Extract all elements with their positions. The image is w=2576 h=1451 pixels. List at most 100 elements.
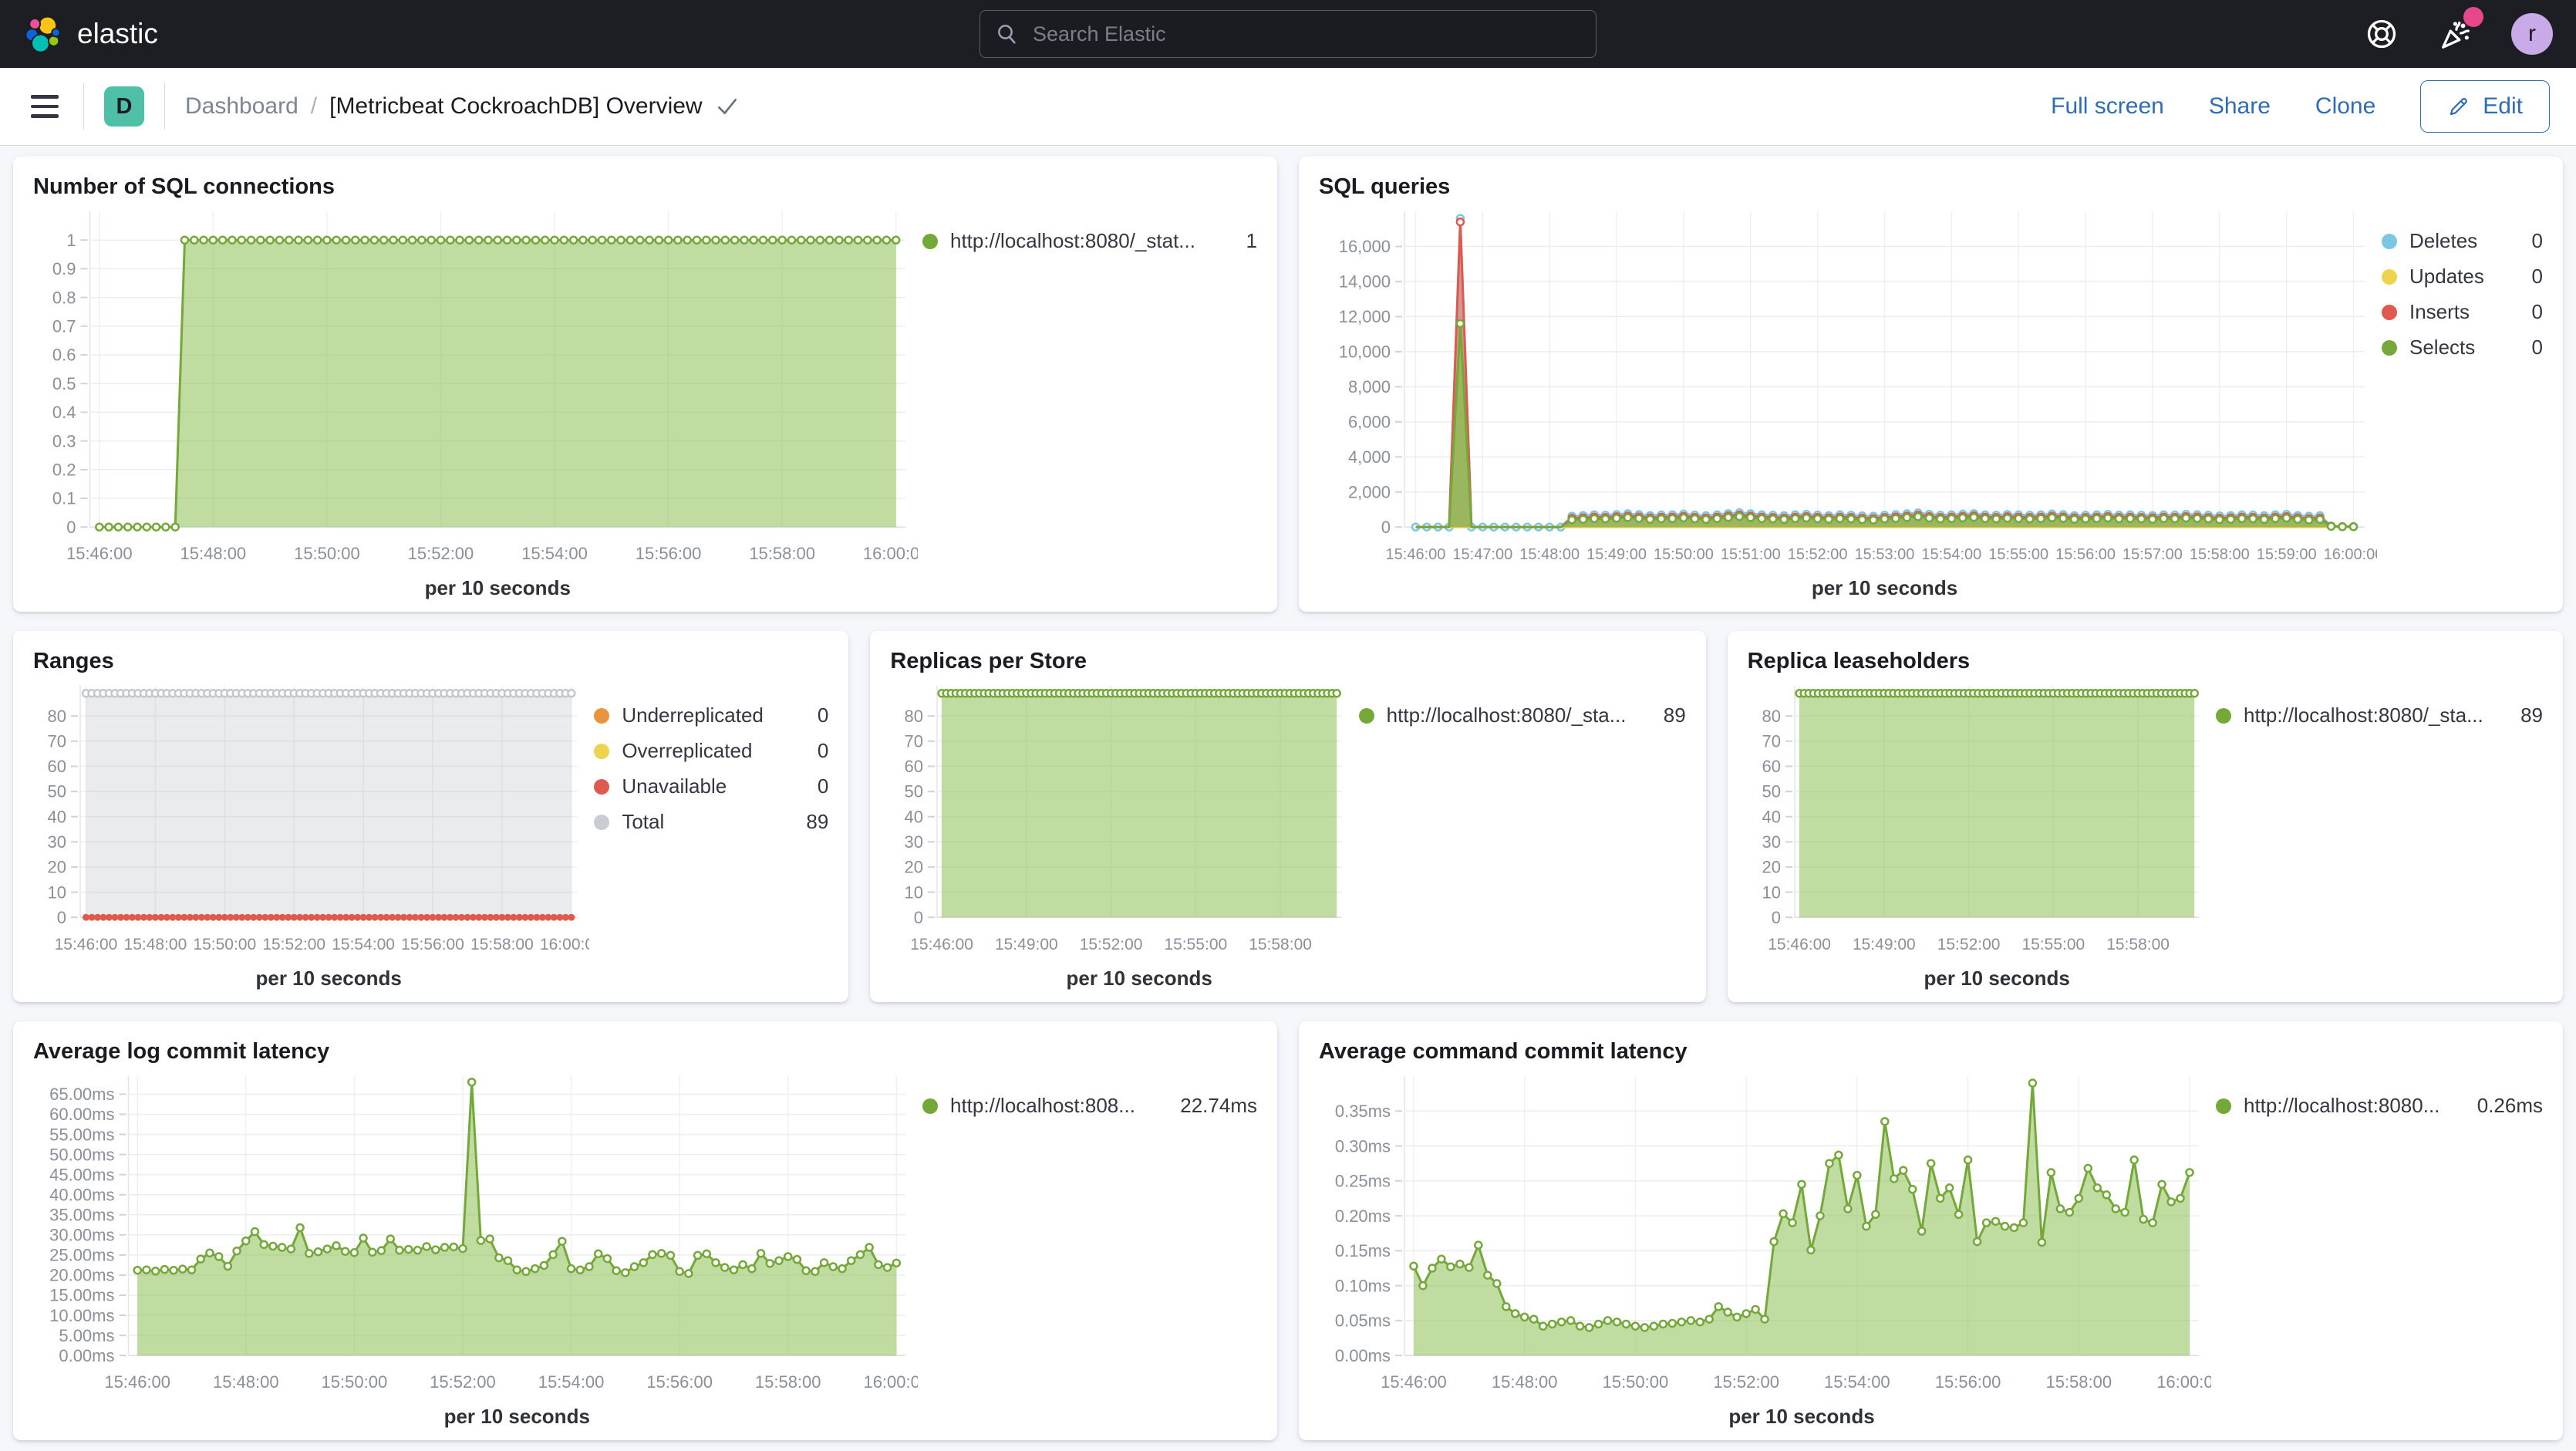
svg-text:20.00ms: 20.00ms xyxy=(49,1265,114,1284)
svg-text:10,000: 10,000 xyxy=(1339,342,1391,361)
panel-sql-queries: SQL queries 02,0004,0006,0008,00010,0001… xyxy=(1299,157,2563,612)
legend-series-label: http://localhost:808... xyxy=(950,1094,1168,1118)
svg-text:55.00ms: 55.00ms xyxy=(49,1125,114,1144)
panel-title[interactable]: Replica leaseholders xyxy=(1748,648,2543,675)
svg-text:20: 20 xyxy=(1762,857,1780,876)
legend-item[interactable]: Unavailable0 xyxy=(594,772,828,801)
legend-series-dot xyxy=(2382,269,2397,285)
saved-check-icon[interactable] xyxy=(715,94,740,119)
svg-text:15:50:00: 15:50:00 xyxy=(193,936,256,953)
panel-number-of-sql-connections: Number of SQL connections 00.10.20.30.40… xyxy=(13,157,1277,612)
svg-text:15:56:00: 15:56:00 xyxy=(636,544,702,563)
legend-series-dot xyxy=(2382,340,2397,356)
svg-text:12,000: 12,000 xyxy=(1339,307,1391,326)
legend-item[interactable]: http://localhost:8080/_sta...89 xyxy=(2216,701,2543,731)
user-avatar[interactable]: r xyxy=(2511,13,2553,55)
svg-text:0.20ms: 0.20ms xyxy=(1335,1206,1391,1226)
legend-item[interactable]: Inserts0 xyxy=(2382,298,2543,327)
panel-title[interactable]: Average command commit latency xyxy=(1319,1038,2543,1065)
svg-text:15:58:00: 15:58:00 xyxy=(2045,1372,2112,1392)
svg-text:15:56:00: 15:56:00 xyxy=(401,936,464,953)
svg-text:15:58:00: 15:58:00 xyxy=(2106,936,2170,953)
pencil-icon xyxy=(2447,95,2470,118)
svg-text:1: 1 xyxy=(66,231,76,250)
toolbar-divider-2 xyxy=(164,83,165,130)
chart-replicas-per-store: 0102030405060708015:46:0015:49:0015:52:0… xyxy=(890,675,1354,991)
panel-title[interactable]: Average log commit latency xyxy=(33,1038,1257,1065)
legend-item[interactable]: http://localhost:8080/_stat...1 xyxy=(922,227,1257,256)
clone-button[interactable]: Clone xyxy=(2315,93,2375,120)
svg-text:0.15ms: 0.15ms xyxy=(1335,1241,1391,1260)
legend-series-value: 0 xyxy=(2532,265,2543,289)
panel-title[interactable]: Replicas per Store xyxy=(890,648,1685,675)
legend-item[interactable]: Deletes0 xyxy=(2382,227,2543,256)
elastic-logo[interactable]: elastic xyxy=(23,14,158,54)
chart-legend: http://localhost:8080/_sta...89 xyxy=(1354,675,1686,991)
breadcrumb-dashboard-link[interactable]: Dashboard xyxy=(185,93,298,120)
edit-button[interactable]: Edit xyxy=(2420,80,2550,133)
page-title: [Metricbeat CockroachDB] Overview xyxy=(329,93,703,120)
legend-item[interactable]: http://localhost:808...22.74ms xyxy=(922,1092,1257,1121)
legend-item[interactable]: http://localhost:8080/_sta...89 xyxy=(1359,701,1686,731)
svg-text:0.6: 0.6 xyxy=(52,345,76,364)
svg-text:per 10 seconds: per 10 seconds xyxy=(256,967,402,990)
global-search[interactable] xyxy=(979,10,1597,58)
svg-text:15:54:00: 15:54:00 xyxy=(1921,546,1981,563)
svg-text:15:46:00: 15:46:00 xyxy=(1381,1372,1447,1392)
legend-series-value: 0 xyxy=(818,739,828,763)
svg-text:15:48:00: 15:48:00 xyxy=(213,1372,279,1392)
svg-text:0.30ms: 0.30ms xyxy=(1335,1136,1391,1156)
panel-ranges: Ranges 0102030405060708015:46:0015:48:00… xyxy=(13,631,848,1002)
legend-series-value: 0 xyxy=(2532,300,2543,324)
svg-text:15:53:00: 15:53:00 xyxy=(1855,546,1915,563)
share-button[interactable]: Share xyxy=(2209,93,2271,120)
avatar-initial: r xyxy=(2528,21,2536,47)
panel-replicas-per-store: Replicas per Store 0102030405060708015:4… xyxy=(870,631,1705,1002)
full-screen-button[interactable]: Full screen xyxy=(2051,93,2164,120)
legend-series-label: Unavailable xyxy=(622,774,805,798)
legend-item[interactable]: Total89 xyxy=(594,808,828,837)
legend-series-label: Overreplicated xyxy=(622,739,805,763)
legend-series-value: 1 xyxy=(1246,229,1257,253)
svg-text:10: 10 xyxy=(905,882,923,902)
menu-icon[interactable] xyxy=(26,90,63,123)
svg-text:15.00ms: 15.00ms xyxy=(49,1286,114,1305)
legend-series-label: Updates xyxy=(2409,265,2520,289)
dashboard-grid: Number of SQL connections 00.10.20.30.40… xyxy=(0,146,2576,1451)
svg-text:10: 10 xyxy=(48,882,66,902)
panel-title[interactable]: Number of SQL connections xyxy=(33,174,1257,201)
legend-item[interactable]: Underreplicated0 xyxy=(594,701,828,731)
svg-text:15:47:00: 15:47:00 xyxy=(1452,546,1512,563)
svg-text:50: 50 xyxy=(1762,782,1780,801)
legend-item[interactable]: http://localhost:8080...0.26ms xyxy=(2216,1092,2543,1121)
svg-text:0.7: 0.7 xyxy=(52,316,76,336)
help-icon[interactable] xyxy=(2365,17,2399,51)
chart-log-commit-latency: 0.00ms5.00ms10.00ms15.00ms20.00ms25.00ms… xyxy=(33,1065,918,1429)
svg-text:4,000: 4,000 xyxy=(1348,447,1391,467)
legend-series-label: Total xyxy=(622,810,794,834)
legend-series-value: 89 xyxy=(2520,704,2543,727)
legend-series-value: 0 xyxy=(818,704,828,727)
svg-text:40: 40 xyxy=(905,807,923,826)
svg-text:14,000: 14,000 xyxy=(1339,272,1391,291)
svg-text:0: 0 xyxy=(1381,518,1391,537)
svg-text:60: 60 xyxy=(1762,757,1780,776)
svg-text:70: 70 xyxy=(1762,731,1780,751)
legend-item[interactable]: Overreplicated 0 xyxy=(594,737,828,766)
panel-title[interactable]: SQL queries xyxy=(1319,174,2543,201)
notification-dot xyxy=(2463,7,2483,27)
svg-text:15:48:00: 15:48:00 xyxy=(124,936,187,953)
svg-text:15:54:00: 15:54:00 xyxy=(1824,1372,1890,1392)
legend-item[interactable]: Selects0 xyxy=(2382,333,2543,363)
legend-item[interactable]: Updates 0 xyxy=(2382,262,2543,292)
svg-text:15:58:00: 15:58:00 xyxy=(749,544,815,563)
newsfeed-icon[interactable] xyxy=(2437,16,2473,52)
svg-text:30.00ms: 30.00ms xyxy=(49,1225,114,1244)
svg-text:10.00ms: 10.00ms xyxy=(49,1306,114,1325)
panel-title[interactable]: Ranges xyxy=(33,648,828,675)
svg-text:6,000: 6,000 xyxy=(1348,412,1391,431)
svg-text:15:52:00: 15:52:00 xyxy=(1788,546,1848,563)
search-input[interactable] xyxy=(1031,22,1580,47)
toolbar-divider xyxy=(83,83,84,130)
svg-text:0: 0 xyxy=(1771,908,1780,927)
